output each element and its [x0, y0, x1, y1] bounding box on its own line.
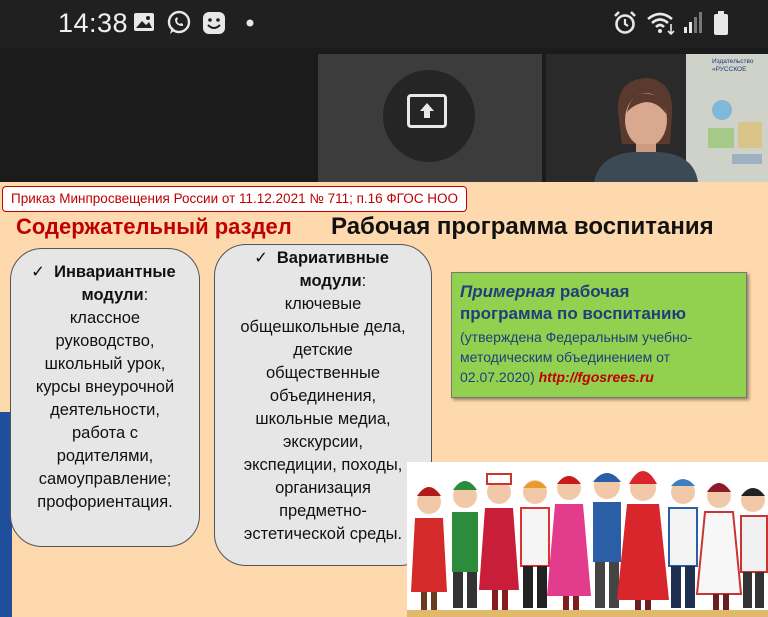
variative-line: эстетической среды. — [243, 525, 403, 543]
example-note-line: (утверждена Федеральным учебно- — [460, 329, 693, 345]
screen-share-tile[interactable] — [318, 54, 542, 182]
variative-line: общешкольные дела, — [240, 318, 406, 336]
invariant-line: работа с — [72, 424, 138, 442]
share-screen-button[interactable] — [383, 70, 475, 162]
variative-line: экспедиции, походы, — [243, 456, 403, 474]
variative-heading-text: Вариативные модули — [276, 249, 389, 290]
invariant-line: руководство, — [55, 332, 155, 350]
participant-video[interactable]: Издательство «РУССКОЕ СЛОВО» — [546, 54, 768, 182]
invariant-line: самоуправление; — [38, 470, 172, 488]
whatsapp-icon — [167, 10, 191, 34]
example-italic-word: Примерная — [460, 282, 556, 301]
alarm-icon — [614, 11, 636, 34]
video-strip: Издательство «РУССКОЕ СЛОВО» — [0, 48, 768, 182]
order-reference: Приказ Минпросвещения России от 11.12.20… — [2, 186, 467, 212]
children-figures — [407, 462, 768, 617]
example-title-rest: рабочая — [555, 282, 630, 301]
program-title: Рабочая программа воспитания — [331, 213, 714, 240]
invariant-heading-text: Инвариантные модули — [54, 263, 176, 304]
emoji-icon — [203, 12, 225, 34]
invariant-line: деятельности, — [50, 401, 160, 419]
dot-icon — [246, 19, 254, 27]
battery-icon — [714, 11, 728, 35]
checkmark-icon: ✓ — [254, 249, 268, 267]
folk-costume-children-illustration — [407, 462, 768, 617]
wifi-icon — [647, 12, 675, 36]
example-title-line2: программа по воспитанию — [460, 304, 687, 323]
invariant-line: профориентация. — [37, 493, 173, 511]
variative-line: детские — [293, 341, 353, 359]
invariant-line: школьный урок, — [44, 355, 166, 373]
share-screen-icon — [407, 94, 447, 128]
variative-heading: ✓ Вариативные модули: — [215, 247, 431, 293]
variative-line: экскурсии, — [283, 433, 363, 451]
example-program-box: Примерная рабочая программа по воспитани… — [451, 272, 747, 398]
example-note-date: 02.07.2020) — [460, 369, 535, 385]
variative-colon: : — [361, 272, 367, 290]
invariant-line: классное — [69, 309, 141, 327]
variative-line: организация — [275, 479, 371, 497]
invariant-line: курсы внеурочной — [35, 378, 175, 396]
presentation-slide: Приказ Минпросвещения России от 11.12.20… — [0, 182, 768, 617]
gallery-icon — [134, 13, 154, 31]
section-title: Содержательный раздел — [16, 214, 292, 239]
checkmark-icon: ✓ — [31, 263, 45, 281]
example-program-note: (утверждена Федеральным учебно- методиче… — [460, 327, 692, 387]
status-bar: 14:38 — [0, 0, 768, 48]
signal-icon — [684, 12, 702, 33]
poster-text: Издательство «РУССКОЕ СЛОВО» — [712, 58, 754, 73]
variative-line: объединения, — [269, 387, 377, 405]
variative-line: общественные — [265, 364, 381, 382]
example-note-line: методическим объединением от — [460, 349, 671, 365]
fgosrees-link[interactable]: http://fgosrees.ru — [539, 369, 654, 385]
variative-line: школьные медиа, — [255, 410, 391, 428]
variative-line: ключевые — [284, 295, 362, 313]
variative-line: предметно- — [279, 502, 367, 520]
invariant-heading: ✓ Инвариантные модули: — [11, 261, 199, 307]
example-program-title: Примерная рабочая программа по воспитани… — [460, 281, 686, 325]
invariant-line: родителями, — [56, 447, 154, 465]
invariant-modules-box: ✓ Инвариантные модули: классное руководс… — [10, 248, 200, 547]
clock: 14:38 — [58, 8, 129, 38]
invariant-colon: : — [143, 286, 149, 304]
variative-modules-box: ✓ Вариативные модули: ключевые общешколь… — [214, 244, 432, 566]
